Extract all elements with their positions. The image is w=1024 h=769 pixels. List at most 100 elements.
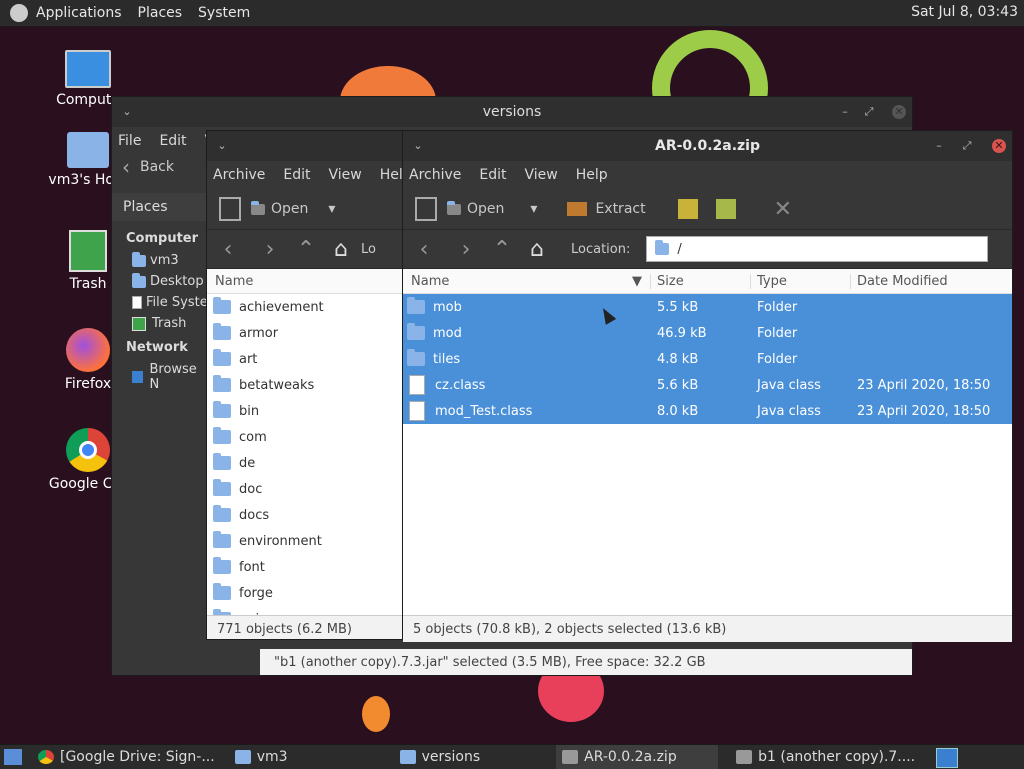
extract-button[interactable]: Extract [567,201,646,217]
trash-icon [69,230,107,272]
applications-menu[interactable]: Applications [36,5,122,21]
close-icon[interactable]: ✕ [992,139,1006,153]
table-row[interactable]: tiles 4.8 kB Folder [403,346,1012,372]
list-item[interactable]: environment [207,528,407,554]
table-row[interactable]: mob 5.5 kB Folder [403,294,1012,320]
stop-icon[interactable]: ✕ [774,197,792,222]
column-header-date[interactable]: Date Modified [851,274,948,289]
add-folder-icon[interactable] [715,199,736,219]
back-label: Back [140,159,174,175]
clock[interactable]: Sat Jul 8, 03:43 [911,4,1018,20]
list-item-name: betatweaks [239,377,315,393]
task-archive-jar[interactable]: b1 (another copy).7.... [730,745,921,769]
list-item[interactable]: art [207,346,407,372]
archive-front-toolbar: Open ▾ Extract ✕ [403,189,1012,230]
sidebar-item-vm3[interactable]: vm3 [112,250,208,271]
extract-icon [567,202,588,216]
forward-arrow-icon[interactable]: › [249,237,291,262]
list-item[interactable]: font [207,554,407,580]
list-item[interactable]: de [207,450,407,476]
places-menu[interactable]: Places [138,5,183,21]
gnome-foot-icon[interactable] [10,4,28,22]
table-row[interactable]: cz.class 5.6 kB Java class 23 April 2020, 1… [403,372,1012,398]
list-item[interactable]: forge [207,580,407,606]
column-header-type[interactable]: Type [751,273,851,289]
back-button[interactable]: ‹ Back [122,155,174,179]
filesystem-icon [132,296,142,309]
folder-icon [213,401,231,418]
open-button[interactable]: Open ▾ [447,200,537,217]
forward-arrow-icon[interactable]: › [445,237,487,262]
new-archive-icon[interactable] [415,197,437,221]
sidebar-item-filesystem[interactable]: File Syste [112,292,208,313]
archive-back-list: Name achievement armor art betatweaks bin com… [207,269,407,615]
new-archive-icon[interactable] [219,197,241,221]
column-header-name[interactable]: Name ▼ [403,273,651,289]
workspace-switcher[interactable] [936,748,958,768]
list-item[interactable]: com [207,424,407,450]
window-menu-icon[interactable]: ⌄ [215,139,229,153]
minimize-icon[interactable]: – [838,105,852,119]
sidebar-heading-computer: Computer [126,231,199,246]
table-row[interactable]: mod_Test.class 8.0 kB Java class 23 April 2… [403,398,1012,424]
archive-back-titlebar[interactable]: ⌄ [207,131,407,161]
sidebar-item-browse-network[interactable]: Browse N [112,359,208,395]
task-archive-zip[interactable]: AR-0.0.2a.zip [556,745,719,769]
location-field[interactable]: / [646,236,989,262]
column-header-name[interactable]: Name [207,269,407,294]
menu-view[interactable]: View [329,167,362,183]
folder-icon [213,349,231,366]
home-icon[interactable]: ⌂ [517,237,557,262]
sidebar-item-desktop[interactable]: Desktop [112,271,208,292]
list-item-name: armor [239,325,279,341]
menu-archive[interactable]: Archive [409,167,461,183]
open-button[interactable]: Open ▾ [251,200,335,217]
close-icon[interactable]: ✕ [892,105,906,119]
task-versions[interactable]: versions [394,745,487,769]
task-vm3[interactable]: vm3 [229,745,294,769]
status-text: 5 objects (70.8 kB), 2 objects selected … [413,621,727,637]
menu-view[interactable]: View [525,167,558,183]
cell-size: 5.5 kB [657,299,699,315]
task-google-drive[interactable]: [Google Drive: Sign-... [32,745,221,769]
window-menu-icon[interactable]: ⌄ [411,139,425,153]
list-item[interactable]: armor [207,320,407,346]
minimize-icon[interactable]: – [932,139,946,153]
places-dropdown[interactable]: Places [112,193,208,221]
archive-window-back: ⌄ Archive Edit View Help Open▾ ‹ › ⌃ ⌂ L… [206,130,408,640]
list-item[interactable]: bin [207,398,407,424]
back-arrow-icon[interactable]: ‹ [207,237,249,262]
column-header-size[interactable]: Size [651,273,751,289]
menu-edit[interactable]: Edit [283,167,310,183]
list-item[interactable]: doc [207,476,407,502]
up-arrow-icon[interactable]: ⌃ [291,237,321,262]
back-arrow-icon[interactable]: ‹ [403,237,445,262]
folder-icon [399,750,416,764]
list-item[interactable]: betatweaks [207,372,407,398]
window-menu-icon[interactable]: ⌄ [120,105,134,119]
show-desktop-icon[interactable] [4,749,22,765]
archive-front-statusbar: 5 objects (70.8 kB), 2 objects selected … [403,615,1012,642]
maximize-icon[interactable]: ⤢ [960,139,974,153]
caja-titlebar[interactable]: ⌄ versions – ⤢ ✕ [112,97,912,127]
up-arrow-icon[interactable]: ⌃ [487,237,517,262]
back-arrow-icon: ‹ [122,155,130,179]
menu-archive[interactable]: Archive [213,167,265,183]
list-item[interactable]: achievement [207,294,407,320]
caja-status-text: "b1 (another copy).7.3.jar" selected (3.… [274,654,706,670]
menu-edit[interactable]: Edit [159,133,186,149]
system-menu[interactable]: System [198,5,250,21]
sidebar-item-trash[interactable]: Trash [112,313,208,334]
add-files-icon[interactable] [677,199,698,219]
wallpaper-blob-small [362,696,390,732]
list-item[interactable]: docs [207,502,407,528]
list-item[interactable]: gui [207,606,407,615]
menu-edit[interactable]: Edit [479,167,506,183]
list-item-name: com [239,429,267,445]
home-icon[interactable]: ⌂ [321,237,361,262]
maximize-icon[interactable]: ⤢ [862,105,876,119]
menu-file[interactable]: File [118,133,141,149]
table-row[interactable]: mod 46.9 kB Folder [403,320,1012,346]
menu-help[interactable]: Help [576,167,608,183]
archive-front-titlebar[interactable]: ⌄ AR-0.0.2a.zip – ⤢ ✕ [403,131,1012,161]
